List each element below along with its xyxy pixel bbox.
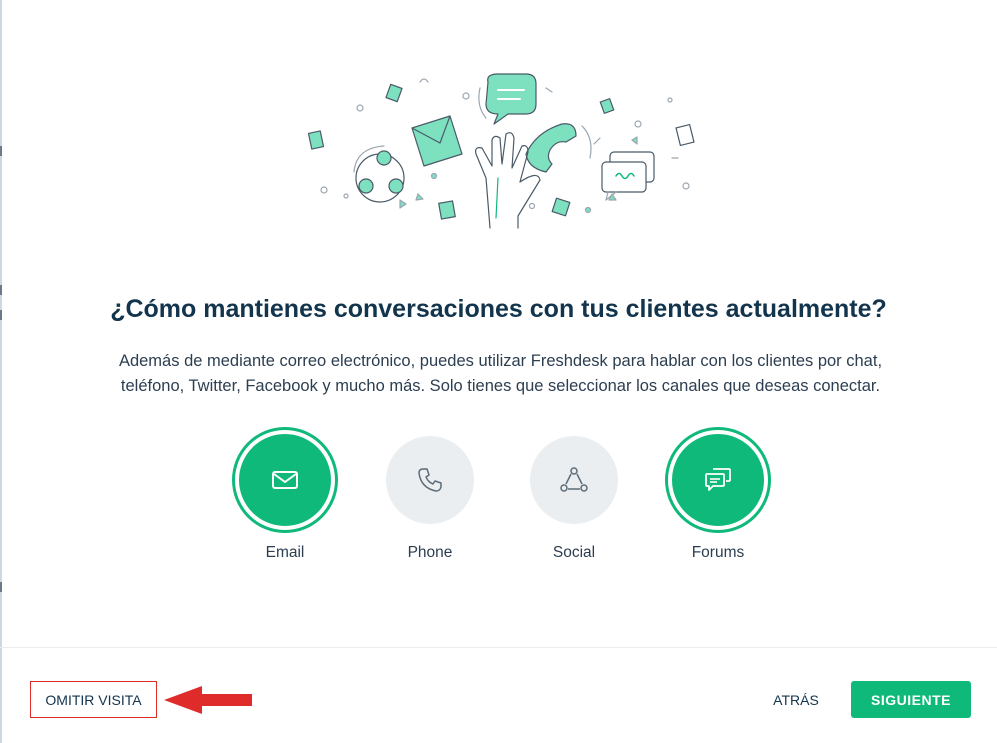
forum-doodle-icon [601,151,655,201]
phone-icon [418,468,442,492]
channel-phone-label: Phone [407,544,453,561]
social-doodle-icon [353,145,405,203]
channel-social-toggle[interactable] [530,436,618,524]
channel-phone-option[interactable]: Phone [375,430,485,562]
footer-divider [0,647,997,648]
annotation-arrow-icon [164,686,252,714]
channel-email-option[interactable]: Email [230,430,340,562]
edge-tick [0,582,2,592]
channel-social-label: Social [552,544,596,561]
envelope-icon [272,471,298,489]
chat-bubble-doodle-icon [478,73,537,125]
back-button[interactable]: ATRÁS [762,684,830,716]
page-description: Además de mediante correo electrónico, p… [118,352,883,395]
forums-icon [705,468,731,491]
channel-forums-option[interactable]: Forums [663,430,773,562]
social-network-icon [560,467,588,492]
channels-illustration [307,73,695,229]
edge-tick [0,285,2,295]
next-button[interactable]: SIGUIENTE [851,681,971,718]
channel-phone-toggle[interactable] [386,436,474,524]
channel-social-option[interactable]: Social [519,430,629,562]
channel-forums-toggle[interactable] [668,430,768,530]
envelope-doodle-icon [411,115,463,167]
phone-doodle-icon [525,123,592,173]
left-edge-border [0,0,2,743]
channel-forums-label: Forums [691,544,745,561]
onboarding-dialog: ¿Cómo mantienes conversaciones con tus c… [0,0,997,743]
channel-email-toggle[interactable] [235,430,335,530]
channel-email-label: Email [265,544,305,561]
page-title: ¿Cómo mantienes conversaciones con tus c… [110,295,887,323]
skip-tour-button[interactable]: OMITIR VISITA [30,681,157,718]
edge-tick [0,146,2,156]
